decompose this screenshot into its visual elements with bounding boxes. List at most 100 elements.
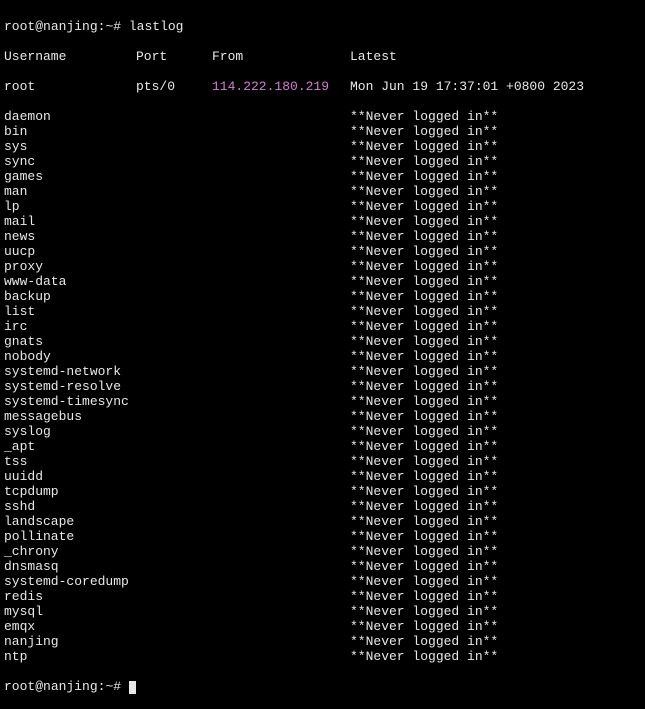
username-cell: irc — [4, 319, 350, 334]
username-cell: mail — [4, 214, 350, 229]
user-rows-container: daemon**Never logged in**bin**Never logg… — [4, 109, 641, 664]
root-port: pts/0 — [136, 79, 212, 94]
latest-cell: **Never logged in** — [350, 244, 498, 259]
latest-cell: **Never logged in** — [350, 544, 498, 559]
latest-cell: **Never logged in** — [350, 589, 498, 604]
latest-cell: **Never logged in** — [350, 604, 498, 619]
prompt-host: nanjing — [43, 19, 98, 34]
latest-cell: **Never logged in** — [350, 109, 498, 124]
username-cell: www-data — [4, 274, 350, 289]
prompt-user: root — [4, 19, 35, 34]
latest-cell: **Never logged in** — [350, 124, 498, 139]
username-cell: pollinate — [4, 529, 350, 544]
username-cell: uucp — [4, 244, 350, 259]
latest-cell: **Never logged in** — [350, 184, 498, 199]
root-latest: Mon Jun 19 17:37:01 +0800 2023 — [350, 79, 584, 94]
table-row: messagebus**Never logged in** — [4, 409, 641, 424]
table-row: list**Never logged in** — [4, 304, 641, 319]
prompt-path: :~# — [98, 19, 121, 34]
latest-cell: **Never logged in** — [350, 289, 498, 304]
latest-cell: **Never logged in** — [350, 394, 498, 409]
table-row: tss**Never logged in** — [4, 454, 641, 469]
table-row: gnats**Never logged in** — [4, 334, 641, 349]
username-cell: games — [4, 169, 350, 184]
username-cell: nanjing — [4, 634, 350, 649]
prompt-at-2: @ — [35, 679, 43, 694]
username-cell: daemon — [4, 109, 350, 124]
command-text: lastlog — [129, 19, 184, 34]
username-cell: nobody — [4, 349, 350, 364]
root-username: root — [4, 79, 136, 94]
latest-cell: **Never logged in** — [350, 349, 498, 364]
table-row: landscape**Never logged in** — [4, 514, 641, 529]
table-row: systemd-resolve**Never logged in** — [4, 379, 641, 394]
table-row: proxy**Never logged in** — [4, 259, 641, 274]
username-cell: systemd-resolve — [4, 379, 350, 394]
table-row: dnsmasq**Never logged in** — [4, 559, 641, 574]
username-cell: uuidd — [4, 469, 350, 484]
username-cell: bin — [4, 124, 350, 139]
table-row: games**Never logged in** — [4, 169, 641, 184]
table-row: tcpdump**Never logged in** — [4, 484, 641, 499]
table-row: man**Never logged in** — [4, 184, 641, 199]
latest-cell: **Never logged in** — [350, 319, 498, 334]
prompt-line: root@nanjing:~# — [4, 679, 641, 694]
username-cell: syslog — [4, 424, 350, 439]
username-cell: gnats — [4, 334, 350, 349]
table-row: news**Never logged in** — [4, 229, 641, 244]
terminal-output[interactable]: root@nanjing:~# lastlog UsernamePortFrom… — [4, 4, 641, 709]
username-cell: systemd-network — [4, 364, 350, 379]
table-row: irc**Never logged in** — [4, 319, 641, 334]
table-row: uucp**Never logged in** — [4, 244, 641, 259]
username-cell: news — [4, 229, 350, 244]
latest-cell: **Never logged in** — [350, 499, 498, 514]
username-cell: landscape — [4, 514, 350, 529]
header-username: Username — [4, 49, 136, 64]
latest-cell: **Never logged in** — [350, 259, 498, 274]
latest-cell: **Never logged in** — [350, 199, 498, 214]
latest-cell: **Never logged in** — [350, 514, 498, 529]
username-cell: _chrony — [4, 544, 350, 559]
table-row: pollinate**Never logged in** — [4, 529, 641, 544]
username-cell: systemd-timesync — [4, 394, 350, 409]
table-row: sshd**Never logged in** — [4, 499, 641, 514]
latest-cell: **Never logged in** — [350, 634, 498, 649]
latest-cell: **Never logged in** — [350, 364, 498, 379]
username-cell: ntp — [4, 649, 350, 664]
table-row: sys**Never logged in** — [4, 139, 641, 154]
username-cell: sys — [4, 139, 350, 154]
latest-cell: **Never logged in** — [350, 424, 498, 439]
table-row: www-data**Never logged in** — [4, 274, 641, 289]
table-row: ntp**Never logged in** — [4, 649, 641, 664]
prompt-host-2: nanjing — [43, 679, 98, 694]
username-cell: sshd — [4, 499, 350, 514]
table-row: _apt**Never logged in** — [4, 439, 641, 454]
latest-cell: **Never logged in** — [350, 379, 498, 394]
table-row: sync**Never logged in** — [4, 154, 641, 169]
table-row: nanjing**Never logged in** — [4, 634, 641, 649]
latest-cell: **Never logged in** — [350, 139, 498, 154]
table-row: systemd-coredump**Never logged in** — [4, 574, 641, 589]
table-row: lp**Never logged in** — [4, 199, 641, 214]
latest-cell: **Never logged in** — [350, 169, 498, 184]
latest-cell: **Never logged in** — [350, 334, 498, 349]
username-cell: tcpdump — [4, 484, 350, 499]
header-from: From — [212, 49, 350, 64]
username-cell: list — [4, 304, 350, 319]
table-row: nobody**Never logged in** — [4, 349, 641, 364]
prompt-at: @ — [35, 19, 43, 34]
latest-cell: **Never logged in** — [350, 304, 498, 319]
username-cell: sync — [4, 154, 350, 169]
username-cell: man — [4, 184, 350, 199]
latest-cell: **Never logged in** — [350, 409, 498, 424]
table-row: syslog**Never logged in** — [4, 424, 641, 439]
table-row: mysql**Never logged in** — [4, 604, 641, 619]
latest-cell: **Never logged in** — [350, 529, 498, 544]
username-cell: messagebus — [4, 409, 350, 424]
latest-cell: **Never logged in** — [350, 559, 498, 574]
latest-cell: **Never logged in** — [350, 469, 498, 484]
table-row: redis**Never logged in** — [4, 589, 641, 604]
latest-cell: **Never logged in** — [350, 214, 498, 229]
cursor — [129, 681, 136, 694]
latest-cell: **Never logged in** — [350, 274, 498, 289]
